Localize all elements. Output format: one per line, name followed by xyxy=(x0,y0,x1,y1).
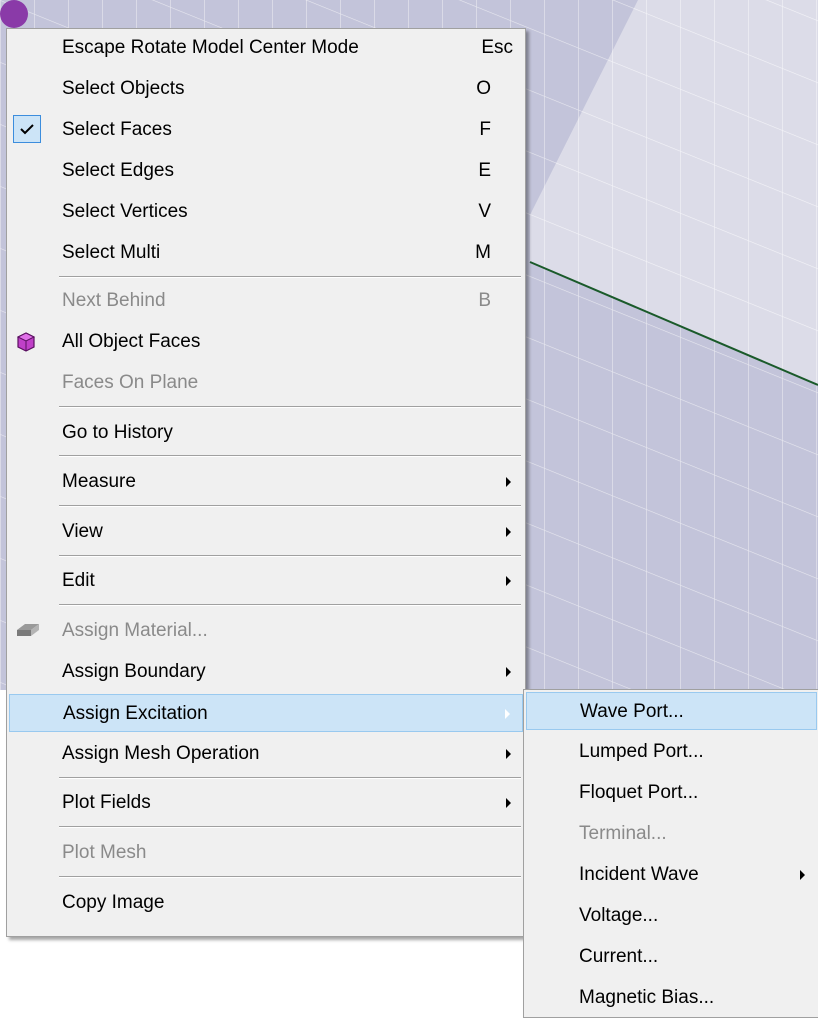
menu-separator xyxy=(59,505,521,507)
view-orientation-icon xyxy=(0,0,28,28)
submenu-arrow-icon xyxy=(506,576,511,586)
menu-item-faces-on-plane[interactable]: Faces On Plane xyxy=(9,364,523,402)
menu-item-assign-mesh-operation[interactable]: Assign Mesh Operation xyxy=(9,735,523,773)
menu-item-shortcut: V xyxy=(478,201,491,222)
menu-item-label: Voltage... xyxy=(579,905,659,926)
submenu-item-incident-wave[interactable]: Incident Wave xyxy=(526,856,817,894)
menu-separator xyxy=(59,276,521,278)
submenu-item-lumped-port[interactable]: Lumped Port... xyxy=(526,733,817,771)
menu-separator xyxy=(59,406,521,408)
context-menu: Escape Rotate Model Center Mode Esc Sele… xyxy=(6,28,526,937)
menu-item-select-faces[interactable]: Select Faces F xyxy=(9,111,523,149)
submenu-arrow-icon xyxy=(505,709,510,719)
menu-item-label: Lumped Port... xyxy=(579,741,704,762)
menu-item-label: Assign Mesh Operation xyxy=(62,743,260,764)
menu-item-assign-boundary[interactable]: Assign Boundary xyxy=(9,653,523,691)
menu-item-label: Select Edges xyxy=(62,160,174,181)
menu-item-plot-fields[interactable]: Plot Fields xyxy=(9,784,523,822)
menu-item-all-object-faces[interactable]: All Object Faces xyxy=(9,323,523,361)
menu-item-label: Escape Rotate Model Center Mode xyxy=(62,37,359,58)
menu-item-label: Floquet Port... xyxy=(579,782,699,803)
menu-item-label: Faces On Plane xyxy=(62,372,199,393)
menu-item-select-vertices[interactable]: Select Vertices V xyxy=(9,193,523,231)
menu-item-select-objects[interactable]: Select Objects O xyxy=(9,70,523,108)
menu-item-label: Current... xyxy=(579,946,659,967)
menu-item-label: Copy Image xyxy=(62,892,165,913)
menu-item-label: Plot Fields xyxy=(62,792,151,813)
menu-item-shortcut: O xyxy=(476,78,491,99)
menu-item-go-to-history[interactable]: Go to History xyxy=(9,414,523,452)
object-faces-icon xyxy=(15,331,37,353)
menu-separator xyxy=(59,604,521,606)
menu-item-shortcut: E xyxy=(478,160,491,181)
menu-item-label: Select Vertices xyxy=(62,201,188,222)
menu-item-shortcut: F xyxy=(479,119,491,140)
menu-item-label: Assign Boundary xyxy=(62,661,206,682)
menu-item-label: Select Multi xyxy=(62,242,161,263)
menu-item-select-multi[interactable]: Select Multi M xyxy=(9,234,523,272)
menu-item-label: Magnetic Bias... xyxy=(579,987,715,1008)
menu-item-label: Select Objects xyxy=(62,78,185,99)
menu-item-assign-material[interactable]: Assign Material... xyxy=(9,612,523,650)
submenu-arrow-icon xyxy=(506,667,511,677)
menu-item-label: Plot Mesh xyxy=(62,842,147,863)
menu-item-escape-rotate[interactable]: Escape Rotate Model Center Mode Esc xyxy=(9,29,523,67)
menu-item-label: Edit xyxy=(62,570,95,591)
submenu-item-magnetic-bias[interactable]: Magnetic Bias... xyxy=(526,979,817,1017)
menu-item-view[interactable]: View xyxy=(9,513,523,551)
menu-item-label: Select Faces xyxy=(62,119,172,140)
menu-separator xyxy=(59,876,521,878)
checkmark-icon xyxy=(13,115,41,143)
menu-item-label: Incident Wave xyxy=(579,864,699,885)
menu-separator xyxy=(59,826,521,828)
menu-item-shortcut: Esc xyxy=(481,37,513,58)
submenu-arrow-icon xyxy=(506,798,511,808)
menu-item-plot-mesh[interactable]: Plot Mesh xyxy=(9,834,523,872)
submenu-item-wave-port[interactable]: Wave Port... xyxy=(526,692,817,730)
submenu-item-voltage[interactable]: Voltage... xyxy=(526,897,817,935)
menu-item-label: Measure xyxy=(62,471,136,492)
submenu-item-terminal[interactable]: Terminal... xyxy=(526,815,817,853)
excitation-submenu: Wave Port... Lumped Port... Floquet Port… xyxy=(523,689,818,1018)
menu-item-edit[interactable]: Edit xyxy=(9,562,523,600)
menu-item-next-behind[interactable]: Next Behind B xyxy=(9,282,523,320)
menu-item-label: Assign Excitation xyxy=(63,703,208,724)
submenu-item-current[interactable]: Current... xyxy=(526,938,817,976)
menu-separator xyxy=(59,455,521,457)
menu-item-label: View xyxy=(62,521,103,542)
submenu-item-floquet-port[interactable]: Floquet Port... xyxy=(526,774,817,812)
menu-item-label: Assign Material... xyxy=(62,620,208,641)
menu-separator xyxy=(59,555,521,557)
submenu-arrow-icon xyxy=(800,870,805,880)
menu-item-select-edges[interactable]: Select Edges E xyxy=(9,152,523,190)
submenu-arrow-icon xyxy=(506,527,511,537)
menu-item-label: Next Behind xyxy=(62,290,166,311)
menu-item-label: All Object Faces xyxy=(62,331,201,352)
menu-item-label: Go to History xyxy=(62,422,173,443)
submenu-arrow-icon xyxy=(506,477,511,487)
material-icon xyxy=(15,620,39,642)
menu-item-shortcut: B xyxy=(478,290,491,311)
menu-separator xyxy=(59,777,521,779)
menu-item-assign-excitation[interactable]: Assign Excitation xyxy=(9,694,523,732)
menu-item-label: Terminal... xyxy=(579,823,667,844)
menu-item-measure[interactable]: Measure xyxy=(9,463,523,501)
submenu-arrow-icon xyxy=(506,749,511,759)
menu-item-label: Wave Port... xyxy=(580,701,684,722)
menu-item-copy-image[interactable]: Copy Image xyxy=(9,884,523,922)
menu-item-shortcut: M xyxy=(475,242,491,263)
